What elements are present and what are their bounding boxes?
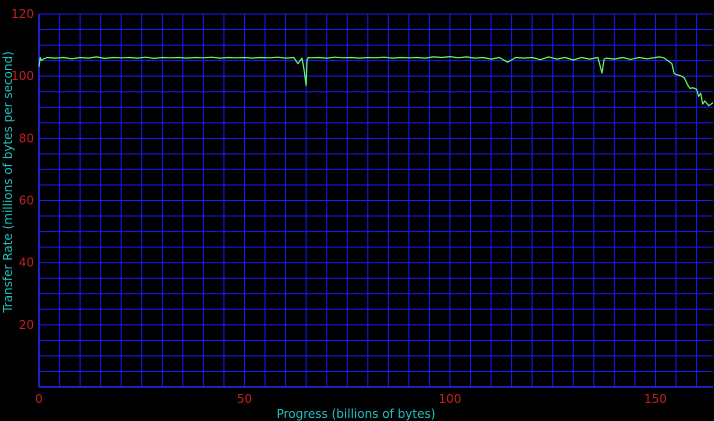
x-tick-label: 0 [35, 392, 43, 406]
chart-background [0, 0, 714, 421]
y-axis-label: Transfer Rate (millions of bytes per sec… [1, 51, 15, 314]
x-tick-label: 50 [237, 392, 252, 406]
x-axis-label: Progress (billions of bytes) [277, 407, 436, 421]
y-tick-label: 80 [19, 131, 34, 145]
transfer-rate-chart: 20406080100120 0 50 100 150 Progress (billi… [0, 0, 714, 421]
y-tick-label: 120 [11, 7, 34, 21]
y-tick-label: 60 [19, 194, 34, 208]
y-tick-label: 40 [19, 256, 34, 270]
x-tick-label: 100 [439, 392, 462, 406]
x-tick-label: 150 [644, 392, 667, 406]
y-tick-label: 20 [19, 318, 34, 332]
